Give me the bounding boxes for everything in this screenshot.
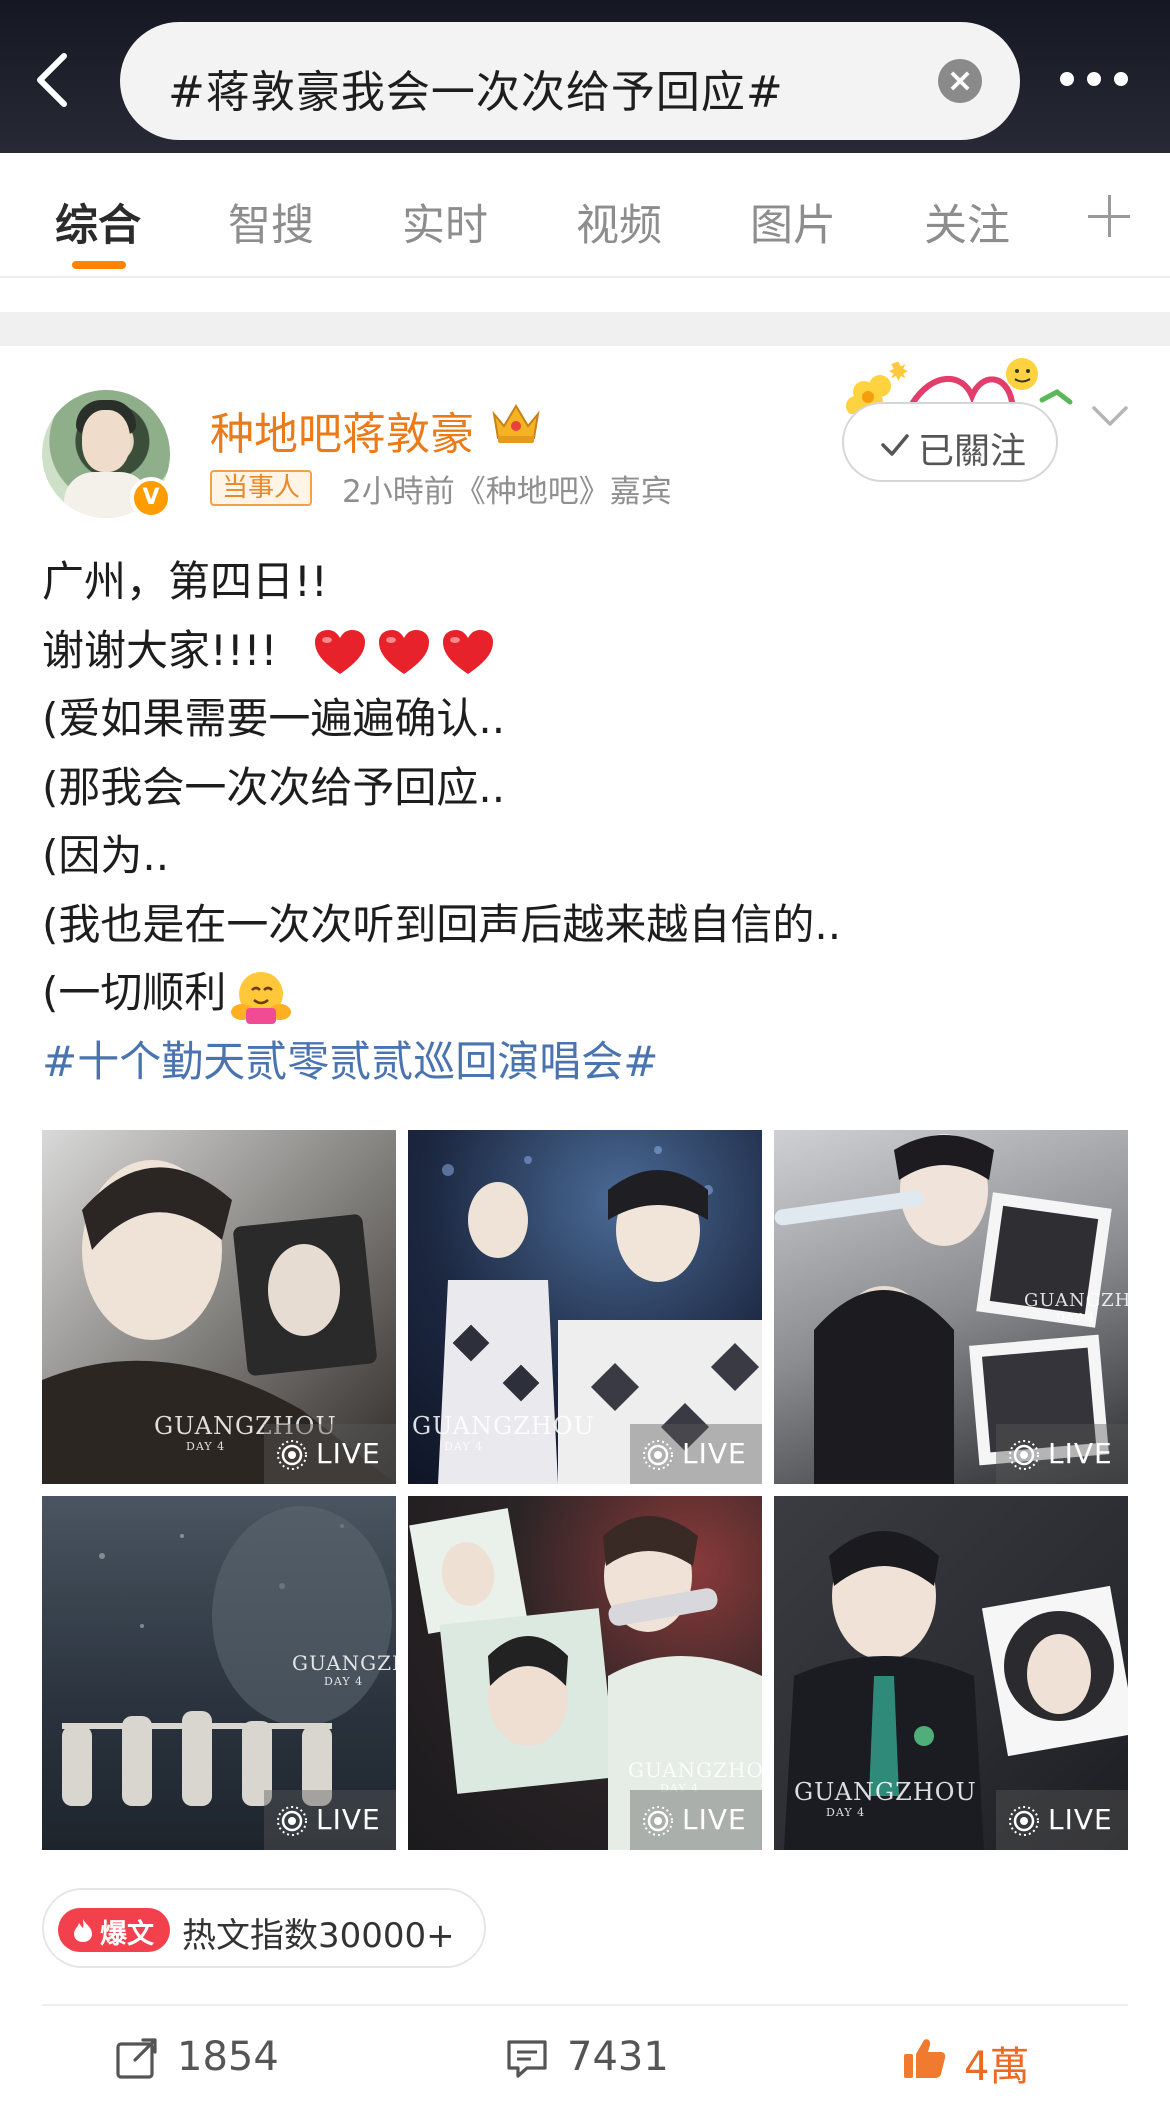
post-line: 谢谢大家!!!!	[42, 625, 278, 675]
heart-icon	[314, 630, 365, 674]
divider	[42, 2004, 1128, 2006]
photo-caption: GUANGZHOUDAY 4	[292, 1651, 396, 1688]
live-photo-icon	[643, 1806, 673, 1836]
heart-icon	[442, 630, 493, 674]
photo-caption: GUANGZHOUDAY 4	[794, 1778, 977, 1819]
photo-thumbnail[interactable]: GUANGZHOUDAY 4 LIVE	[408, 1130, 762, 1484]
live-badge: LIVE	[264, 1790, 396, 1850]
comment-button[interactable]: 7431	[505, 2030, 705, 2086]
like-button[interactable]: 4萬	[902, 2030, 1082, 2090]
comment-icon	[507, 2040, 547, 2078]
flame-icon	[74, 1919, 92, 1942]
post-line: (因为..	[42, 831, 170, 880]
tab-bar: 综合 智搜 实时 视频 图片 关注	[0, 153, 1170, 278]
live-photo-icon	[277, 1806, 307, 1836]
active-tab-indicator	[72, 261, 126, 269]
back-arrow-icon[interactable]	[30, 52, 80, 108]
hot-post-index[interactable]: 爆文 热文指数30000+	[42, 1888, 486, 1968]
comment-count: 7431	[567, 2034, 669, 2080]
section-divider	[0, 312, 1170, 346]
photo-thumbnail[interactable]: GUANGZHOUDAY 4 LIVE	[408, 1496, 762, 1850]
post-line-with-emoji: (一切顺利	[42, 959, 1142, 1028]
clear-search-icon[interactable]: ×	[938, 59, 982, 103]
photo-caption: GUANGZHOUDAY 4	[1024, 1290, 1128, 1324]
live-badge: LIVE	[630, 1424, 762, 1484]
like-count: 4萬	[964, 2044, 1030, 2090]
tab-realtime[interactable]: 实时	[402, 191, 488, 253]
participant-tag: 当事人	[210, 470, 313, 506]
post-meta: 2小時前《种地吧》嘉宾	[342, 474, 672, 510]
checkmark-icon	[881, 434, 909, 456]
topic-hashtag-link[interactable]: #十个勤天贰零贰贰巡回演唱会#	[42, 1028, 1142, 1097]
post-line: (一切顺利	[42, 968, 227, 1017]
repost-button[interactable]: 1854	[115, 2030, 315, 2086]
tab-images[interactable]: 图片	[750, 191, 836, 253]
hugging-face-icon	[231, 971, 292, 1024]
chevron-down-icon[interactable]	[1090, 402, 1130, 430]
live-photo-icon	[643, 1440, 673, 1470]
live-badge: LIVE	[996, 1790, 1128, 1850]
live-badge: LIVE	[630, 1790, 762, 1850]
tab-smart-search[interactable]: 智搜	[228, 191, 314, 253]
repost-icon	[116, 2038, 157, 2079]
heart-icon	[378, 630, 429, 674]
more-options-icon[interactable]	[1060, 72, 1130, 88]
photo-thumbnail[interactable]: GUANGZHOUDAY 4 LIVE	[774, 1496, 1128, 1850]
repost-count: 1854	[177, 2034, 279, 2080]
thumbs-up-icon	[904, 2039, 946, 2078]
hot-post-badge: 爆文	[58, 1908, 170, 1952]
search-query[interactable]: #蒋敦豪我会一次次给予回应#	[168, 56, 784, 120]
crown-icon	[488, 400, 544, 446]
hot-index-text: 热文指数30000+	[182, 1916, 455, 1956]
photo-thumbnail[interactable]: GUANGZHOUDAY 4 LIVE	[42, 1496, 396, 1850]
live-badge: LIVE	[996, 1424, 1128, 1484]
live-photo-icon	[277, 1440, 307, 1470]
post-line: 广州，第四日!!	[42, 557, 328, 606]
username[interactable]: 种地吧蒋敦豪	[210, 398, 474, 462]
photo-thumbnail[interactable]: GUANGZHOUDAY 4 LIVE	[774, 1130, 1128, 1484]
live-photo-icon	[1009, 1440, 1039, 1470]
photo-caption: GUANGZHOUDAY 4	[412, 1412, 595, 1453]
live-photo-icon	[1009, 1806, 1039, 1836]
post-line: (爱如果需要一遍遍确认..	[42, 694, 506, 743]
add-tab-icon[interactable]	[1088, 195, 1130, 237]
tab-following[interactable]: 关注	[924, 191, 1010, 253]
tab-video[interactable]: 视频	[576, 191, 662, 253]
post-line: (那我会一次次给予回应..	[42, 762, 506, 812]
tab-comprehensive[interactable]: 综合	[55, 191, 141, 253]
post-line: (我也是在一次次听到回声后越来越自信的..	[42, 899, 842, 949]
following-label: 已關注	[918, 431, 1027, 472]
search-box[interactable]: #蒋敦豪我会一次次给予回应# ×	[120, 22, 1020, 140]
following-button[interactable]: 已關注	[842, 402, 1058, 482]
post-body: 广州，第四日!! 谢谢大家!!!! (爱如果需要一遍遍确认.. (那我会一次次给…	[42, 548, 1142, 1096]
photo-thumbnail[interactable]: GUANGZHOUDAY 4 LIVE	[42, 1130, 396, 1484]
top-bar: #蒋敦豪我会一次次给予回应# ×	[0, 0, 1170, 153]
live-badge: LIVE	[264, 1424, 396, 1484]
verified-badge-icon: V	[130, 477, 172, 519]
post-line-with-hearts: 谢谢大家!!!!	[42, 617, 1142, 686]
